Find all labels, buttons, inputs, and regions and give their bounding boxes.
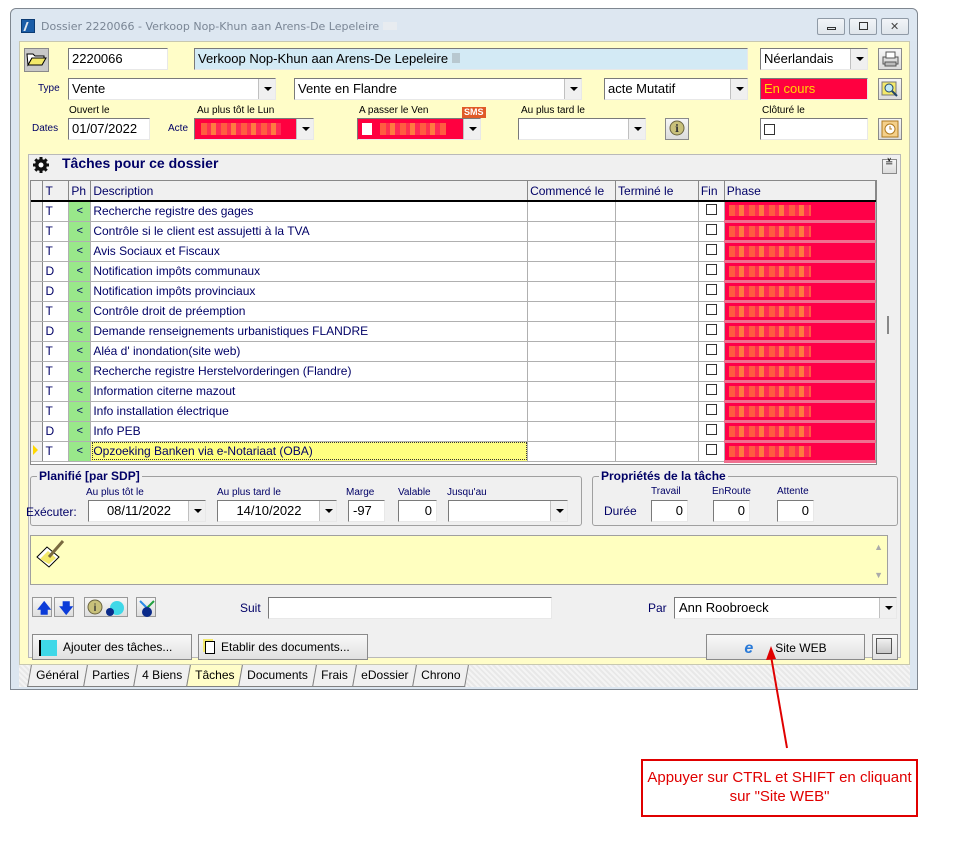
annotation-arrow [766, 646, 788, 749]
annotation-callout: Appuyer sur CTRL et SHIFT en cliquant su… [641, 759, 918, 817]
arrow-head-icon [766, 646, 776, 660]
